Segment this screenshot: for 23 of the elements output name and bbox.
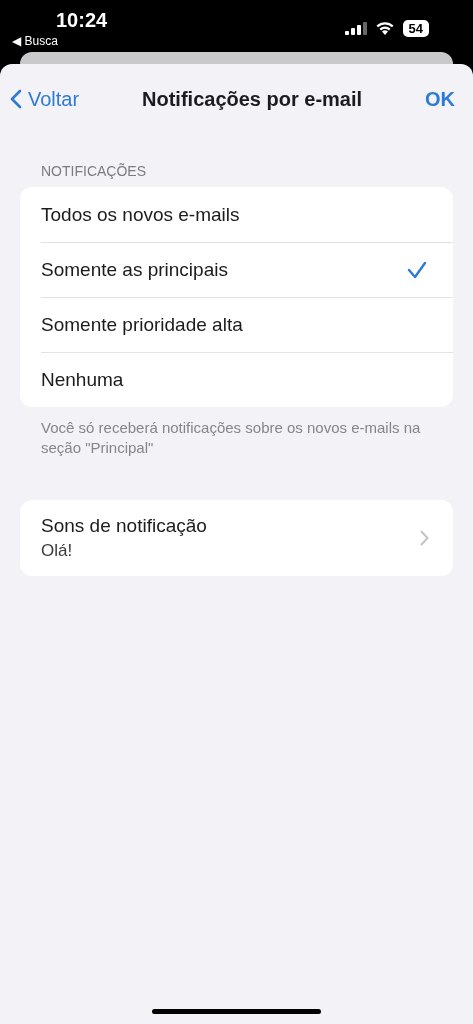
chevron-right-icon <box>420 530 429 546</box>
screen-title: Notificações por e-mail <box>142 87 363 111</box>
sounds-row[interactable]: Sons de notificação Olá! <box>20 500 453 576</box>
option-row[interactable]: Nenhuma <box>41 352 453 407</box>
ok-button[interactable]: OK <box>425 87 455 111</box>
section-footer: Você só receberá notificações sobre os novos e-mails na seção "Principal" <box>41 418 421 458</box>
option-label: Somente prioridade alta <box>41 314 243 336</box>
status-time: 10:24 <box>56 9 108 32</box>
option-row[interactable]: Somente prioridade alta <box>41 297 453 352</box>
option-label: Todos os novos e-mails <box>41 203 240 226</box>
section-header: NOTIFICAÇÕES <box>41 163 147 179</box>
sounds-label: Sons de notificação <box>41 515 207 537</box>
battery-level: 54 <box>402 19 429 37</box>
option-label: Nenhuma <box>41 369 124 391</box>
chevron-left-icon <box>10 89 22 109</box>
wifi-icon <box>374 21 395 35</box>
option-label: Somente as principais <box>41 259 228 281</box>
option-row[interactable]: Todos os novos e-mails <box>41 187 453 242</box>
back-to-app-link[interactable]: ◀ Busca <box>12 34 108 48</box>
option-row[interactable]: Somente as principais <box>41 242 453 297</box>
back-button[interactable]: Voltar <box>10 87 80 111</box>
signal-icon <box>344 21 367 35</box>
sounds-value: Olá! <box>41 541 74 561</box>
